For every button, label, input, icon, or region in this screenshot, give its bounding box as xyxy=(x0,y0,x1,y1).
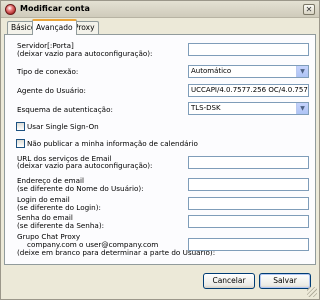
advanced-panel: Servidor[:Porta] (deixar vazio para auto… xyxy=(4,34,316,265)
chevron-down-icon[interactable]: ▼ xyxy=(296,103,308,114)
calendar-label[interactable]: Não publicar a minha informação de calen… xyxy=(27,139,198,149)
user-agent-label: Agente do Usuário: xyxy=(17,86,86,95)
email-url-hint: (deixar vazio para autoconfiguração): xyxy=(17,161,153,170)
calendar-checkbox[interactable] xyxy=(16,139,25,148)
server-input[interactable] xyxy=(188,43,309,56)
modify-account-dialog: Modificar conta ✕ Básico Avançado Proxy … xyxy=(0,0,320,300)
email-password-input[interactable] xyxy=(188,215,309,228)
email-password-hint: (se diferente da Senha): xyxy=(17,221,105,230)
email-address-hint: (se diferente do Nome do Usuário): xyxy=(17,184,144,193)
email-login-hint: (se diferente do Login): xyxy=(17,203,101,212)
email-login-input[interactable] xyxy=(188,197,309,210)
chevron-down-icon[interactable]: ▼ xyxy=(296,66,308,77)
pidgin-app-icon xyxy=(5,4,16,15)
group-chat-proxy-input[interactable] xyxy=(188,238,309,251)
auth-scheme-select[interactable]: TLS-DSK ▼ xyxy=(188,102,309,115)
close-button[interactable]: ✕ xyxy=(303,4,315,15)
auth-scheme-label: Esquema de autenticação: xyxy=(17,105,113,114)
title-bar[interactable]: Modificar conta ✕ xyxy=(1,1,319,18)
user-agent-input[interactable]: UCCAPI/4.0.7577.256 OC/4.0.7577.28 xyxy=(188,84,309,97)
save-button[interactable]: Salvar xyxy=(259,273,311,289)
auth-scheme-value: TLS-DSK xyxy=(191,104,221,112)
email-address-input[interactable] xyxy=(188,178,309,191)
sso-label[interactable]: Usar Single Sign-On xyxy=(27,122,99,132)
server-hint: (deixar vazio para autoconfiguração): xyxy=(17,49,153,58)
group-chat-proxy-hint: (deixe em branco para determinar a parte… xyxy=(17,248,216,257)
sso-checkbox[interactable] xyxy=(16,122,25,131)
window-title: Modificar conta xyxy=(20,4,90,13)
connection-type-select[interactable]: Automático ▼ xyxy=(188,65,309,78)
cancel-button[interactable]: Cancelar xyxy=(203,273,255,289)
connection-type-label: Tipo de conexão: xyxy=(17,67,79,76)
tab-avancado[interactable]: Avançado xyxy=(32,19,77,35)
resize-grip-icon[interactable] xyxy=(307,287,317,297)
email-url-input[interactable] xyxy=(188,156,309,169)
connection-type-value: Automático xyxy=(191,67,232,75)
